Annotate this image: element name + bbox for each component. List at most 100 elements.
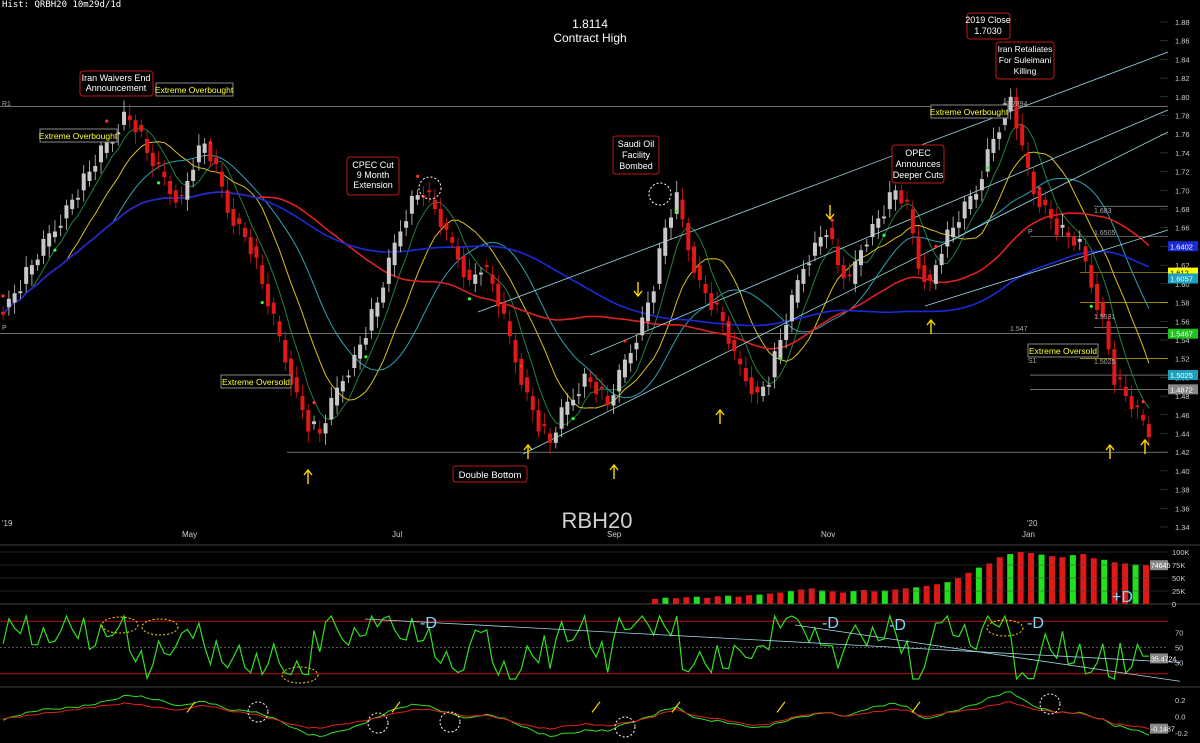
signal-dot	[53, 248, 57, 252]
candle-body	[720, 311, 725, 322]
candle-body	[945, 229, 950, 247]
candle-body	[162, 171, 167, 178]
candle-body	[594, 382, 599, 395]
candle-body	[974, 194, 979, 200]
candle-body	[484, 265, 489, 268]
candle-body	[789, 295, 794, 322]
candle-body	[651, 291, 656, 303]
volume-tick-4: 0	[1172, 600, 1176, 609]
signal-dot	[1141, 400, 1145, 404]
volume-bar	[892, 589, 899, 604]
callout-line: Extension	[353, 180, 393, 190]
candle-body	[191, 169, 196, 181]
candle-body	[64, 205, 69, 219]
candle-body	[749, 377, 754, 395]
candle-body	[392, 242, 397, 266]
volume-bar	[746, 595, 753, 604]
candle-body	[1077, 238, 1082, 242]
level-1551: 1.5531	[1094, 314, 1116, 321]
candle-body	[715, 302, 720, 305]
candle-body	[99, 145, 103, 163]
callout-double-bottom: Double Bottom	[452, 465, 528, 483]
candle-body	[663, 227, 668, 256]
volume-current-tag: 74645	[1151, 563, 1171, 570]
signal-dot	[416, 174, 420, 178]
candle-body	[450, 237, 455, 243]
volume-bar	[672, 598, 679, 604]
candle-body	[265, 283, 270, 307]
volume-bar	[1028, 553, 1035, 604]
price-tick-4: 1.80	[1175, 93, 1190, 102]
candle-body	[703, 283, 708, 294]
price-tick-5: 1.78	[1175, 112, 1190, 121]
chart-canvas[interactable]: 1.88 1.86 1.84 1.82 1.80 1.78 1.76 1.74 1.72 1.70…	[0, 0, 1200, 743]
signal-dot	[830, 218, 834, 222]
momentum-tick-0: 0.2	[1175, 696, 1185, 705]
level-s1: S1	[1028, 358, 1037, 365]
candle-body	[18, 291, 23, 294]
candle-body	[271, 302, 276, 314]
volume-bar	[860, 589, 867, 604]
candle-body	[323, 423, 328, 434]
signal-dot	[260, 300, 264, 305]
candle-body	[87, 171, 92, 181]
svg-text:Extreme Overbought: Extreme Overbought	[39, 131, 118, 141]
candle-body	[242, 227, 247, 238]
candle-body	[1060, 224, 1065, 228]
level-17894: 1.7894	[1006, 101, 1028, 108]
label-extreme-oversold-1: Extreme Oversold	[220, 374, 292, 389]
candle-body	[409, 195, 414, 214]
price-tick-9: 1.70	[1175, 186, 1190, 195]
callout-line: Bombed	[619, 161, 653, 171]
candle-body	[404, 221, 409, 228]
price-tick-15: 1.58	[1175, 299, 1190, 308]
candle-body	[1066, 232, 1071, 238]
candle-body	[525, 377, 530, 393]
price-tag-4: 1.5025	[1170, 371, 1193, 380]
candle-body	[841, 265, 846, 279]
contract-high-label: Contract High	[553, 31, 626, 45]
volume-bar	[923, 585, 930, 604]
candle-body	[928, 274, 933, 281]
candle-body	[127, 115, 132, 121]
volume-bar	[934, 584, 941, 604]
volume-bar	[693, 596, 700, 604]
callout-line: Announces	[895, 159, 941, 169]
candle-body	[824, 235, 829, 238]
div-label-2: -D	[822, 615, 839, 632]
candle-body	[1054, 218, 1059, 236]
candle-body	[1135, 405, 1140, 408]
candle-body	[24, 267, 29, 284]
candle-body	[847, 274, 852, 277]
candle-body	[1, 311, 6, 315]
svg-text:Double Bottom: Double Bottom	[459, 470, 522, 481]
candle-body	[997, 132, 1002, 139]
volume-bar	[777, 592, 784, 604]
candle-body	[168, 180, 173, 195]
callout-line: Facility	[622, 150, 651, 160]
candle-body	[231, 209, 236, 226]
candle-body	[139, 124, 144, 132]
candle-body	[381, 287, 386, 303]
signal-dot	[986, 166, 990, 170]
callout-line: Deeper Cuts	[893, 170, 944, 180]
candle-body	[1146, 424, 1151, 438]
candle-body	[237, 218, 242, 224]
signal-dot	[467, 297, 472, 301]
candle-body	[588, 377, 593, 383]
candle-body	[617, 369, 622, 392]
candle-body	[386, 257, 391, 284]
signal-dot	[156, 181, 161, 185]
candle-body	[47, 233, 52, 247]
candle-body	[968, 195, 973, 210]
candle-body	[542, 424, 547, 426]
volume-bar	[902, 588, 909, 604]
candle-body	[375, 302, 380, 317]
candle-body	[893, 190, 898, 200]
candle-body	[738, 358, 743, 365]
candle-body	[991, 138, 996, 153]
volume-bar	[1048, 556, 1055, 604]
callout-line: CPEC Cut	[352, 160, 394, 170]
callout-iran-waivers: Iran Waivers End Announcement	[79, 70, 154, 97]
date-label-19: '19	[2, 519, 13, 528]
